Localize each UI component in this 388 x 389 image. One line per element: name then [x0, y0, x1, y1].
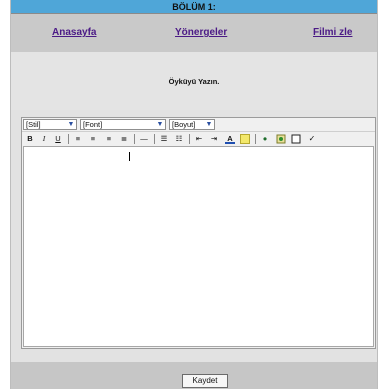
rich-text-editor: [Stil] ▼ [Font] ▼ [Boyut] ▼ B I U ≡ ≡ ≡ … — [21, 117, 376, 349]
toolbar-divider — [68, 134, 69, 144]
size-select[interactable]: [Boyut] ▼ — [169, 119, 215, 130]
horizontal-rule-icon[interactable]: — — [139, 134, 149, 144]
editor-toolbar-format: B I U ≡ ≡ ≡ ≣ — ☰ ☷ ⇤ ⇥ A ● ✓ — [22, 131, 375, 146]
insert-image-icon[interactable] — [276, 134, 286, 144]
chevron-down-icon: ▼ — [156, 121, 164, 128]
footer-bar: Kaydet — [11, 362, 377, 389]
spellcheck-icon[interactable]: ✓ — [307, 134, 317, 144]
chevron-down-icon: ▼ — [205, 121, 213, 128]
title-bar: BÖLÜM 1: — [11, 0, 377, 14]
font-select-value: [Font] — [83, 120, 103, 129]
chevron-down-icon: ▼ — [67, 121, 75, 128]
story-textarea[interactable] — [23, 146, 374, 347]
text-color-icon[interactable]: A — [225, 134, 235, 144]
highlight-color-icon[interactable] — [240, 134, 250, 144]
watch-film-link[interactable]: Filmi zle — [313, 27, 352, 38]
editor-toolbar-selects: [Stil] ▼ [Font] ▼ [Boyut] ▼ — [22, 119, 375, 131]
insert-table-icon[interactable] — [291, 134, 301, 144]
italic-icon[interactable]: I — [39, 134, 49, 144]
prompt-panel: Öyküyü Yazın. — [11, 52, 377, 110]
home-link[interactable]: Anasayfa — [52, 27, 96, 38]
outdent-icon[interactable]: ⇤ — [194, 134, 204, 144]
save-button[interactable]: Kaydet — [182, 374, 228, 388]
align-center-icon[interactable]: ≡ — [88, 134, 98, 144]
toolbar-divider — [255, 134, 256, 144]
prompt-text: Öyküyü Yazın. — [168, 76, 220, 86]
bold-icon[interactable]: B — [25, 134, 35, 144]
toolbar-divider — [154, 134, 155, 144]
table-icon — [291, 134, 301, 144]
page-title: BÖLÜM 1: — [172, 1, 216, 12]
instructions-link[interactable]: Yönergeler — [175, 27, 227, 38]
align-right-icon[interactable]: ≡ — [104, 134, 114, 144]
navigation-bar: Anasayfa Yönergeler Filmi zle — [11, 14, 377, 52]
unordered-list-icon[interactable]: ☷ — [174, 134, 184, 144]
text-caret — [129, 152, 130, 161]
align-justify-icon[interactable]: ≣ — [119, 134, 129, 144]
toolbar-divider — [134, 134, 135, 144]
style-select-value: [Stil] — [26, 120, 41, 129]
align-left-icon[interactable]: ≡ — [73, 134, 83, 144]
toolbar-divider — [189, 134, 190, 144]
style-select[interactable]: [Stil] ▼ — [23, 119, 77, 130]
ordered-list-icon[interactable]: ☰ — [159, 134, 169, 144]
image-icon — [276, 134, 286, 144]
size-select-value: [Boyut] — [172, 120, 196, 129]
page-frame: BÖLÜM 1: Anasayfa Yönergeler Filmi zle Ö… — [10, 0, 378, 389]
underline-icon[interactable]: U — [53, 134, 63, 144]
font-select[interactable]: [Font] ▼ — [80, 119, 166, 130]
indent-icon[interactable]: ⇥ — [209, 134, 219, 144]
insert-link-icon[interactable]: ● — [260, 134, 270, 144]
